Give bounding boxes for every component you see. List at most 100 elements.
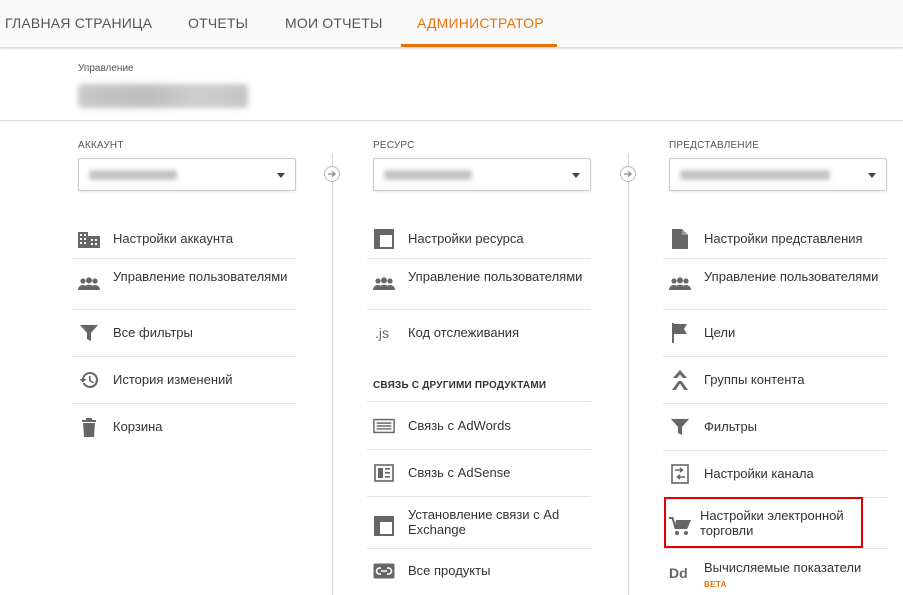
property-settings-item[interactable]: Настройки ресурса: [367, 224, 591, 254]
channel-settings-item[interactable]: Настройки канала: [663, 460, 887, 488]
beta-badge: BETA: [704, 580, 727, 589]
chevron-down-icon: [277, 173, 285, 178]
property-select[interactable]: [373, 158, 591, 191]
account-settings-label: Настройки аккаунта: [113, 231, 234, 246]
account-name-redacted: [78, 84, 248, 108]
tracking-code-item[interactable]: .js Код отслеживания: [367, 319, 591, 347]
ad-exchange-link-item[interactable]: Установление связи с Ad Exchange: [367, 504, 591, 548]
column-divider: [628, 153, 629, 595]
account-filters-item[interactable]: Все фильтры: [72, 319, 296, 347]
svg-text:Dd: Dd: [669, 565, 688, 581]
active-tab-indicator: [401, 44, 557, 47]
chevron-down-icon: [572, 173, 580, 178]
property-users-label: Управление пользователями: [408, 269, 583, 284]
filter-icon: [78, 322, 100, 344]
all-products-item[interactable]: Все продукты: [367, 557, 591, 585]
content-grouping-item[interactable]: Группы контента: [663, 366, 887, 394]
view-settings-item[interactable]: Настройки представления: [663, 224, 887, 254]
trash-icon: [78, 416, 100, 438]
adsense-link-item[interactable]: Связь с AdSense: [367, 459, 591, 487]
users-icon: [669, 273, 691, 295]
view-users-item[interactable]: Управление пользователями: [663, 261, 887, 305]
adwords-link-label: Связь с AdWords: [408, 418, 511, 433]
all-products-label: Все продукты: [408, 563, 491, 578]
view-settings-label: Настройки представления: [704, 231, 863, 246]
arrow-right-icon: [324, 166, 340, 182]
account-trash-label: Корзина: [113, 419, 163, 434]
account-filters-label: Все фильтры: [113, 325, 193, 340]
account-users-item[interactable]: Управление пользователями: [72, 261, 296, 305]
svg-text:.js: .js: [375, 325, 389, 341]
divider: [367, 496, 591, 497]
divider: [367, 548, 591, 549]
document-icon: [669, 228, 691, 250]
divider: [72, 356, 296, 357]
calculated-metrics-label-group: Вычисляемые показатели BETA: [704, 560, 884, 592]
content-group-icon: [669, 369, 691, 391]
adwords-link-item[interactable]: Связь с AdWords: [367, 412, 591, 440]
link-icon: [373, 560, 395, 582]
dd-icon: Dd: [669, 561, 691, 583]
divider: [72, 258, 296, 259]
view-filters-label: Фильтры: [704, 419, 758, 434]
adwords-icon: [373, 415, 395, 437]
divider: [367, 449, 591, 450]
chevron-down-icon: [868, 173, 876, 178]
adsense-link-label: Связь с AdSense: [408, 465, 511, 480]
account-title: АККАУНТ: [78, 140, 124, 151]
account-users-label: Управление пользователями: [113, 269, 288, 284]
property-column: РЕСУРС Настройки ресурса Управление поль…: [367, 121, 603, 595]
divider: [663, 548, 887, 549]
property-settings-label: Настройки ресурса: [408, 231, 524, 246]
account-history-item[interactable]: История изменений: [72, 366, 296, 394]
flag-icon: [669, 322, 691, 344]
account-trash-item[interactable]: Корзина: [72, 413, 296, 441]
divider: [72, 309, 296, 310]
divider: [663, 309, 887, 310]
management-label: Управление: [78, 63, 134, 74]
arrow-right-icon: [620, 166, 636, 182]
tab-my-reports[interactable]: МОИ ОТЧЕТЫ: [285, 0, 383, 47]
top-navigation: ГЛАВНАЯ СТРАНИЦА ОТЧЕТЫ МОИ ОТЧЕТЫ АДМИН…: [0, 0, 903, 48]
channel-icon: [669, 463, 691, 485]
tab-reports[interactable]: ОТЧЕТЫ: [188, 0, 248, 47]
goals-label: Цели: [704, 325, 736, 340]
building-icon: [78, 228, 100, 250]
property-title: РЕСУРС: [373, 140, 415, 151]
calculated-metrics-label: Вычисляемые показатели: [704, 560, 862, 575]
view-filters-item[interactable]: Фильтры: [663, 413, 887, 441]
tab-home[interactable]: ГЛАВНАЯ СТРАНИЦА: [5, 0, 152, 47]
view-select[interactable]: [669, 158, 887, 191]
view-users-label: Управление пользователями: [704, 269, 879, 284]
divider: [367, 309, 591, 310]
filter-icon: [669, 416, 691, 438]
property-select-value-redacted: [384, 170, 472, 180]
account-select[interactable]: [78, 158, 296, 191]
divider: [663, 403, 887, 404]
account-settings-item[interactable]: Настройки аккаунта: [72, 224, 296, 254]
divider: [663, 450, 887, 451]
tab-admin[interactable]: АДМИНИСТРАТОР: [417, 0, 544, 47]
account-select-value-redacted: [89, 170, 177, 180]
users-icon: [373, 273, 395, 295]
divider: [72, 403, 296, 404]
account-column: АККАУНТ Настройки аккаунта Управление по…: [72, 121, 308, 595]
ad-exchange-icon: [373, 515, 395, 537]
ad-exchange-link-label: Установление связи с Ad Exchange: [408, 507, 560, 537]
column-divider: [332, 153, 333, 595]
divider: [367, 258, 591, 259]
goals-item[interactable]: Цели: [663, 319, 887, 347]
property-users-item[interactable]: Управление пользователями: [367, 261, 591, 305]
view-title: ПРЕДСТАВЛЕНИЕ: [669, 140, 760, 151]
product-linking-title: СВЯЗЬ С ДРУГИМИ ПРОДУКТАМИ: [373, 380, 547, 391]
history-icon: [78, 369, 100, 391]
channel-settings-label: Настройки канала: [704, 466, 814, 481]
adsense-icon: [373, 462, 395, 484]
ecommerce-highlight-box: [664, 497, 863, 548]
calculated-metrics-item[interactable]: Dd Вычисляемые показатели BETA: [663, 554, 887, 594]
users-icon: [78, 273, 100, 295]
js-icon: .js: [373, 322, 395, 344]
divider: [367, 401, 591, 402]
account-history-label: История изменений: [113, 372, 233, 387]
tracking-code-label: Код отслеживания: [408, 325, 520, 340]
